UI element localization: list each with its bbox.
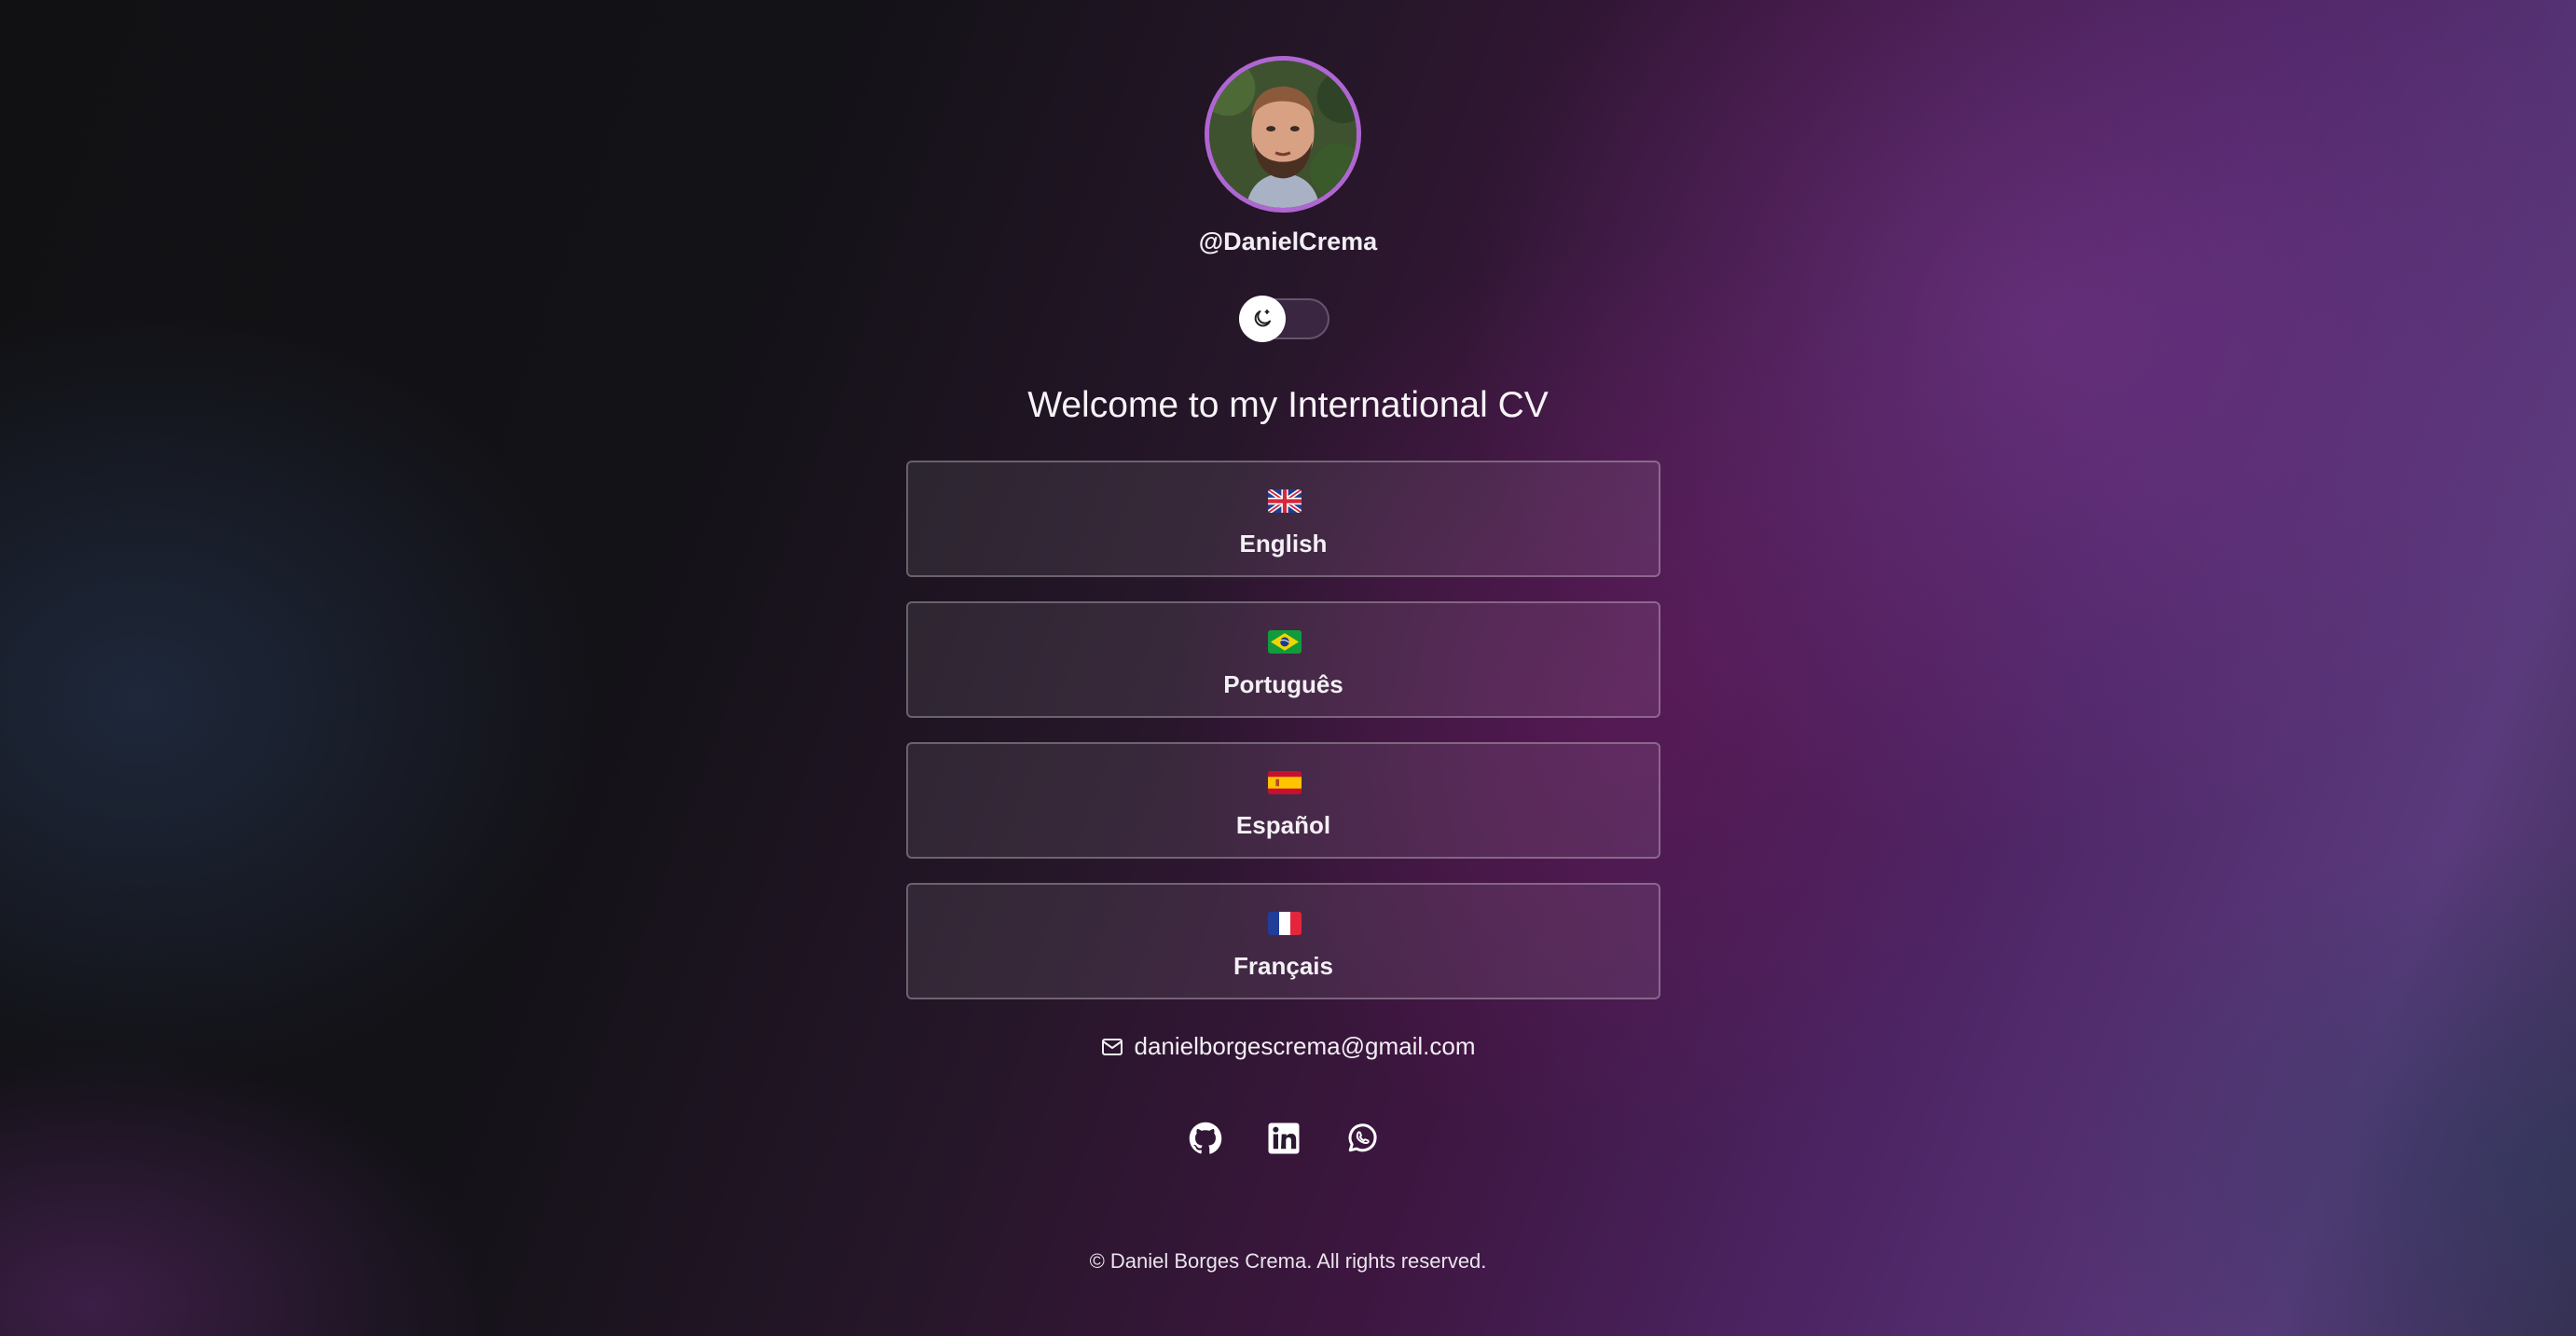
language-label: Français — [1233, 952, 1333, 980]
whatsapp-icon[interactable] — [1345, 1122, 1379, 1155]
footer-copyright: © Daniel Borges Crema. All rights reserv… — [1089, 1249, 1487, 1273]
linkedin-icon[interactable] — [1267, 1122, 1301, 1155]
email-link[interactable]: danielborgescrema@gmail.com — [1135, 1032, 1476, 1060]
spain-flag-icon — [1268, 771, 1302, 794]
france-flag-icon — [1268, 912, 1302, 935]
profile-photo — [1209, 61, 1357, 208]
github-icon[interactable] — [1189, 1122, 1222, 1155]
language-card-french[interactable]: Français — [906, 883, 1660, 999]
uk-flag-icon — [1268, 489, 1302, 513]
profile-handle: @DanielCrema — [1198, 227, 1378, 255]
toggle-knob — [1239, 296, 1286, 342]
page-title: Welcome to my International CV — [1027, 385, 1549, 425]
theme-toggle[interactable] — [1239, 296, 1329, 342]
language-card-spanish[interactable]: Español — [906, 742, 1660, 859]
brazil-flag-icon — [1268, 630, 1302, 654]
moon-icon — [1254, 310, 1271, 327]
email-row: danielborgescrema@gmail.com — [0, 1032, 2576, 1061]
language-label: Español — [1235, 811, 1331, 839]
mail-icon — [1101, 1039, 1123, 1055]
language-card-portuguese[interactable]: Português — [906, 601, 1660, 718]
language-card-english[interactable]: English — [906, 461, 1660, 577]
avatar — [1205, 56, 1361, 213]
language-label: English — [1239, 530, 1328, 558]
language-label: Português — [1223, 670, 1343, 698]
